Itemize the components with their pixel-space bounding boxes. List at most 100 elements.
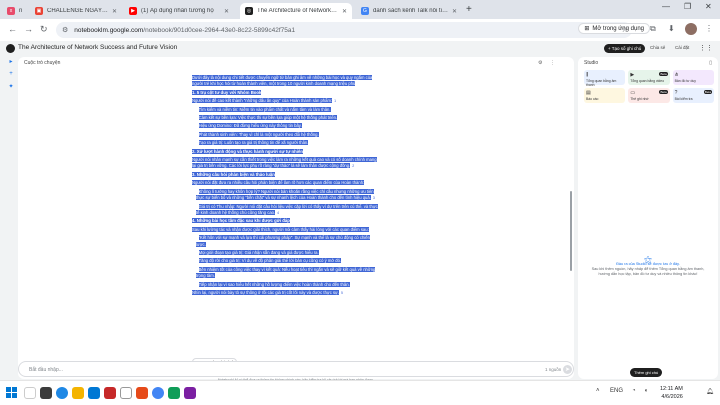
tab-close-icon[interactable]: ✕ bbox=[452, 8, 457, 15]
video-overview-tile[interactable]: ▶ Beta Tổng quan bằng video bbox=[628, 70, 670, 85]
clock-time: 12:11 AM bbox=[660, 386, 683, 392]
empty-state-title: Đầu ra của Studio sẽ được lưu ở đây. bbox=[616, 262, 680, 266]
report-tile[interactable]: ▤ Báo cáo bbox=[584, 88, 626, 103]
youtube-icon: ▶ bbox=[129, 7, 137, 15]
citation-chip[interactable]: 5 bbox=[340, 290, 344, 295]
chat-panel-title: Cuộc trò chuyện bbox=[24, 60, 61, 66]
create-notebook-button[interactable]: + Tạo sổ ghi chú bbox=[604, 44, 646, 53]
collapse-panel-icon[interactable]: ▯ bbox=[709, 60, 712, 66]
edge-icon[interactable] bbox=[56, 387, 68, 399]
section-heading: 4. Những bài học tâm đặc sau khi được gử… bbox=[192, 218, 290, 224]
browser-tab-3[interactable]: ▶ (1) Áp dụng nhân tưởng họ ✕ bbox=[124, 3, 234, 19]
site-info-icon[interactable]: ⚙ bbox=[62, 26, 68, 34]
audio-waveform-icon: ⫼ bbox=[586, 72, 589, 78]
speaker-icon[interactable]: ◖ bbox=[644, 388, 648, 394]
chat-options-icon[interactable]: ⋮ bbox=[550, 60, 555, 66]
quiz-tile[interactable]: ? Beta Bài kiểm tra bbox=[672, 88, 714, 103]
tile-label: Tổng quan bằng video bbox=[630, 79, 665, 83]
list-item: “Kết hôn với sự mạnh và lựa thì cải phươ… bbox=[196, 235, 370, 247]
minimize-button[interactable]: — bbox=[662, 2, 670, 11]
section-paragraph: Người nói đề cao kết thành “những dấu ấn… bbox=[192, 98, 333, 104]
store-icon[interactable] bbox=[88, 387, 100, 399]
audio-overview-tile[interactable]: ⫼ Tổng quan bằng âm thanh bbox=[584, 70, 626, 87]
send-arrow-icon[interactable]: ➤ bbox=[563, 365, 572, 374]
citation-chip[interactable]: 2 bbox=[351, 164, 356, 169]
tab-close-icon[interactable]: ✕ bbox=[112, 8, 117, 15]
bookmark-star-icon[interactable]: ☆ bbox=[621, 25, 628, 34]
composer-placeholder: Bắt đầu nhập... bbox=[29, 367, 63, 373]
tab-favicon-icon: x bbox=[7, 7, 15, 15]
notion-icon[interactable] bbox=[120, 387, 132, 399]
reload-icon[interactable]: ↻ bbox=[40, 24, 48, 35]
tab-close-icon[interactable]: ✕ bbox=[342, 8, 347, 15]
extensions-icon[interactable]: ⧉ bbox=[650, 24, 656, 34]
tab-title: The Architecture of Network Su bbox=[257, 8, 338, 14]
notebooklm-icon: ◎ bbox=[245, 7, 253, 15]
clock-date: 4/6/2026 bbox=[661, 394, 683, 400]
tile-label: Bản đồ tư duy bbox=[674, 79, 696, 83]
list-item: Phát thành sinh viên: Thay vì chỉ là một… bbox=[198, 131, 319, 137]
add-note-button[interactable]: Thêm ghi chú bbox=[630, 368, 663, 377]
list-item: Giá trị có Thu nhập: Người nói đặt câu h… bbox=[196, 203, 378, 215]
add-source-icon[interactable]: + bbox=[6, 71, 16, 77]
list-item: Mọi giới đoạn tạo giá trị: Giá nhận sẵn … bbox=[198, 249, 319, 255]
list-item: Không lí tưởng hay khôn hợp lý? Người nó… bbox=[196, 188, 374, 201]
list-item: Tăng độ rời cho giá trị: Vì dụ về độ phâ… bbox=[198, 258, 342, 264]
citation-chip[interactable]: 4 bbox=[276, 210, 281, 215]
office-icon[interactable] bbox=[104, 387, 116, 399]
tile-label: Bài kiểm tra bbox=[674, 97, 693, 101]
search-icon[interactable] bbox=[24, 387, 36, 399]
beta-badge: Beta bbox=[659, 72, 668, 76]
sheets-icon[interactable] bbox=[168, 387, 180, 399]
chat-composer[interactable]: Bắt đầu nhập... 1 nguồn ➤ bbox=[18, 361, 574, 377]
system-clock[interactable]: 12:11 AM 4/6/2026 bbox=[660, 385, 683, 401]
chat-panel: Cuộc trò chuyện ⋮ ⚙ Dưới đây là nội dung… bbox=[18, 57, 574, 379]
notebooklm-logo-icon[interactable] bbox=[6, 44, 15, 53]
notebook-title[interactable]: The Architecture of Network Success and … bbox=[18, 44, 177, 51]
app2-icon[interactable] bbox=[184, 387, 196, 399]
profile-avatar[interactable] bbox=[685, 23, 697, 35]
task-view-icon[interactable] bbox=[40, 387, 52, 399]
browser-tab-2[interactable]: ▣ CHALLENGE NGÀY 2 — Gổ ✕ bbox=[30, 3, 122, 19]
language-indicator[interactable]: ENG bbox=[610, 388, 623, 394]
forward-arrow-icon[interactable]: → bbox=[24, 24, 33, 34]
maximize-button[interactable]: ❐ bbox=[684, 2, 691, 11]
new-tab-button[interactable]: + bbox=[466, 4, 472, 15]
chat-scrollbar[interactable] bbox=[570, 191, 572, 271]
settings-button[interactable]: Cài đặt bbox=[675, 45, 689, 50]
close-window-button[interactable]: ✕ bbox=[705, 2, 712, 11]
back-arrow-icon[interactable]: ← bbox=[8, 24, 17, 34]
browser-tab-4-active[interactable]: ◎ The Architecture of Network Su ✕ bbox=[240, 3, 352, 19]
browser-toolbar: ← → ↻ ⚙ notebooklm.google.com/notebook/9… bbox=[0, 19, 720, 41]
open-in-app-chip[interactable]: ⊞ Mở trong ứng dụng bbox=[578, 23, 650, 34]
report-icon: ▤ bbox=[586, 90, 591, 96]
chevron-up-icon[interactable]: ˄ bbox=[596, 388, 600, 394]
expand-panel-icon[interactable]: ▸ bbox=[6, 58, 16, 65]
discover-icon[interactable]: ✦ bbox=[6, 83, 16, 90]
google-icon: G bbox=[361, 7, 369, 15]
wifi-icon[interactable]: ◔ bbox=[632, 388, 636, 394]
tab-close-icon[interactable]: ✕ bbox=[224, 8, 229, 15]
notification-bell-icon[interactable]: 🔔︎ bbox=[706, 388, 714, 395]
tab-title: (1) Áp dụng nhân tưởng họ bbox=[141, 8, 214, 14]
citation-chip[interactable]: 1 bbox=[333, 99, 338, 104]
response-intro: Dưới đây là nội dung chi tiết được chuyể… bbox=[192, 75, 373, 87]
download-icon[interactable]: ⬇ bbox=[668, 24, 675, 33]
mind-map-tile[interactable]: ⋔ Bản đồ tư duy bbox=[672, 70, 714, 85]
list-item: Tiếp nhận lại vì sao hiểu hết những hồ l… bbox=[198, 281, 350, 287]
browser-tab-5[interactable]: G danh sách kênh Talk nổi tiếng ✕ bbox=[356, 3, 462, 19]
address-bar[interactable]: ⚙ notebooklm.google.com/notebook/901d0ce… bbox=[56, 22, 632, 38]
open-in-app-label: Mở trong ứng dụng bbox=[592, 25, 644, 32]
citation-chip[interactable]: 3 bbox=[371, 196, 376, 201]
windows-start-icon[interactable] bbox=[6, 387, 17, 398]
flashcards-tile[interactable]: ▭ Beta Thẻ ghi nhớ bbox=[628, 88, 670, 103]
menu-dots-icon[interactable]: ⋮ bbox=[705, 24, 713, 33]
chat-settings-icon[interactable]: ⚙ bbox=[538, 60, 542, 66]
file-explorer-icon[interactable] bbox=[72, 387, 84, 399]
chrome-icon[interactable] bbox=[152, 387, 164, 399]
browser-tab-1[interactable]: x nhlc bbox=[2, 3, 28, 19]
chat-response[interactable]: Dưới đây là nội dung chi tiết được chuyể… bbox=[192, 75, 380, 345]
apps-grid-icon[interactable]: ⋮⋮ bbox=[699, 44, 713, 52]
share-button[interactable]: Chia sẻ bbox=[650, 45, 665, 50]
app-icon[interactable] bbox=[136, 387, 148, 399]
